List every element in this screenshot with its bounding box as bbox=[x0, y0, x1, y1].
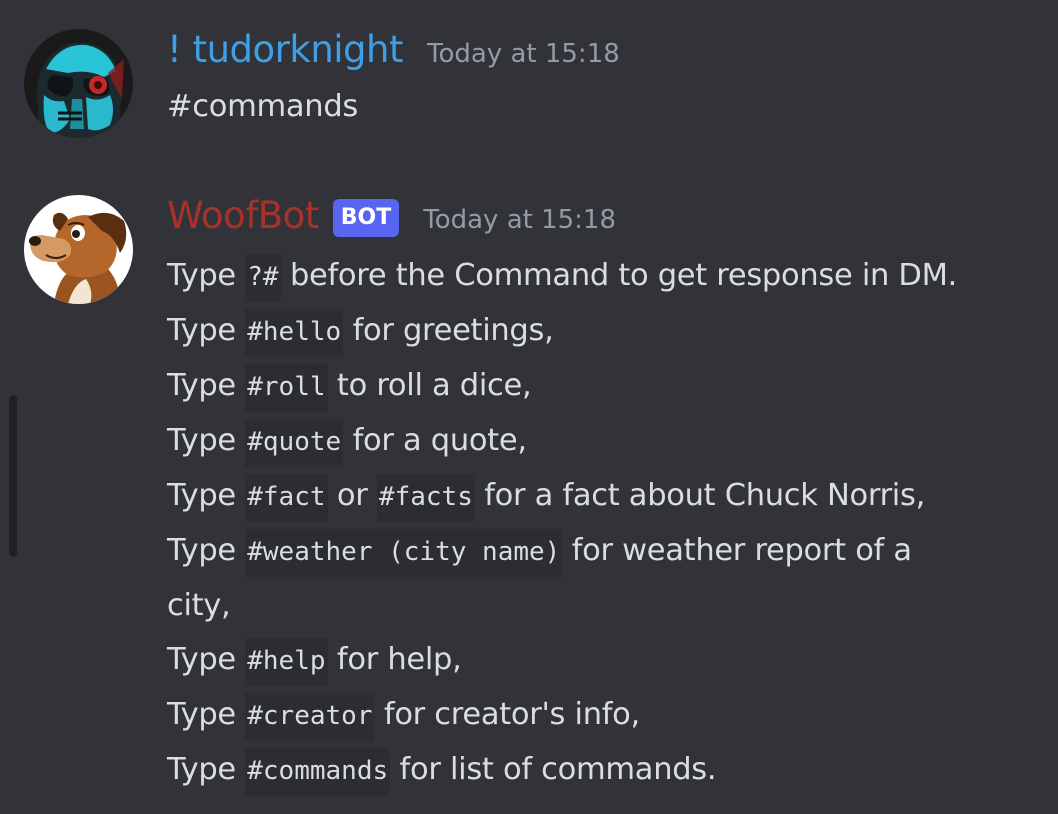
line-text: Type bbox=[167, 752, 246, 787]
inline-code: #facts bbox=[376, 474, 475, 522]
stormtrooper-avatar-icon[interactable] bbox=[24, 29, 133, 138]
message-text: Type ?# before the Command to get respon… bbox=[167, 249, 1038, 798]
message-text: #commands bbox=[167, 80, 1038, 134]
line-text: Type bbox=[167, 368, 246, 403]
command-line: Type #fact or #facts for a fact about Ch… bbox=[167, 469, 1038, 524]
line-text: for help, bbox=[327, 642, 462, 677]
command-line: Type #roll to roll a dice, bbox=[167, 359, 1038, 414]
username[interactable]: WoofBot bbox=[167, 194, 319, 237]
inline-code: #weather (city name) bbox=[245, 529, 563, 577]
message-line: #commands bbox=[167, 89, 358, 124]
line-text: Type bbox=[167, 258, 246, 293]
command-line: Type #creator for creator's info, bbox=[167, 688, 1038, 743]
command-line: Type #quote for a quote, bbox=[167, 414, 1038, 469]
line-text: to roll a dice, bbox=[327, 368, 532, 403]
inline-code: #roll bbox=[245, 364, 328, 412]
inline-code: #commands bbox=[245, 748, 391, 796]
line-text: Type bbox=[167, 642, 246, 677]
message-content: ! tudorknight Today at 15:18 #commands bbox=[167, 28, 1038, 134]
inline-code: #fact bbox=[245, 474, 328, 522]
line-text: or bbox=[327, 478, 377, 513]
line-text: Type bbox=[167, 478, 246, 513]
message-header: WoofBot BOT Today at 15:18 bbox=[167, 194, 1038, 252]
command-line: Type #hello for greetings, bbox=[167, 304, 1038, 359]
line-text: for a fact about Chuck Norris, bbox=[474, 478, 925, 513]
inline-code: #quote bbox=[245, 419, 344, 467]
line-text: for weather report of a bbox=[562, 533, 912, 568]
inline-code: ?# bbox=[245, 254, 281, 302]
line-text: before the Command to get response in DM… bbox=[280, 258, 958, 293]
username[interactable]: ! tudorknight bbox=[167, 28, 404, 71]
line-text: for list of commands. bbox=[390, 752, 717, 787]
inline-code: #hello bbox=[245, 309, 344, 357]
chat-message-list: ! tudorknight Today at 15:18 #commands W… bbox=[0, 0, 1058, 814]
message-content: WoofBot BOT Today at 15:18 Type ?# befor… bbox=[167, 194, 1038, 798]
line-text: Type bbox=[167, 423, 246, 458]
command-line: Type #commands for list of commands. bbox=[167, 743, 1038, 798]
timestamp[interactable]: Today at 15:18 bbox=[423, 205, 616, 235]
command-line: Type #weather (city name) for weather re… bbox=[167, 524, 1038, 579]
bot-tag: BOT bbox=[332, 199, 400, 237]
command-line: Type ?# before the Command to get respon… bbox=[167, 249, 1038, 304]
inline-code: #creator bbox=[245, 693, 375, 741]
command-line: Type #help for help, bbox=[167, 633, 1038, 688]
line-text: city, bbox=[167, 588, 231, 623]
command-line: city, bbox=[167, 579, 1038, 633]
line-text: Type bbox=[167, 533, 246, 568]
scrollbar-thumb[interactable] bbox=[9, 395, 17, 557]
line-text: for greetings, bbox=[343, 313, 554, 348]
inline-code: #help bbox=[245, 638, 328, 686]
message-header: ! tudorknight Today at 15:18 bbox=[167, 28, 1038, 86]
dog-avatar-icon[interactable] bbox=[24, 195, 133, 304]
timestamp[interactable]: Today at 15:18 bbox=[427, 39, 620, 69]
line-text: for a quote, bbox=[343, 423, 528, 458]
line-text: Type bbox=[167, 313, 246, 348]
line-text: Type bbox=[167, 697, 246, 732]
line-text: for creator's info, bbox=[374, 697, 640, 732]
